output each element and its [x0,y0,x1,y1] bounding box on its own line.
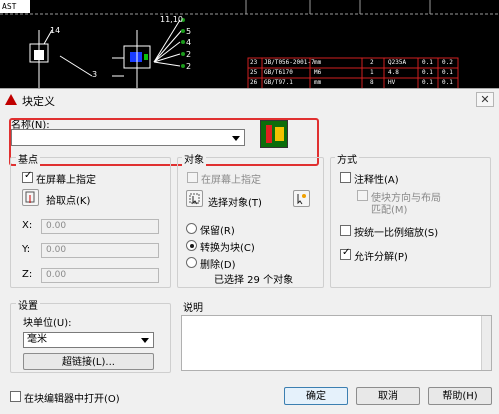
match-layout-label-line2: 匹配(M) [371,205,408,216]
uniform-scale-checkbox[interactable] [340,225,351,236]
close-button[interactable]: ✕ [476,92,494,107]
allow-explode-label: 允许分解(P) [354,252,408,263]
y-coordinate-field[interactable]: 0.00 [41,243,159,258]
cad-parts-table: 23 JB/T056-2001-7 mm 2 Q235A 0.1 0.2 25 … [250,59,458,89]
block-unit-value: 毫米 [27,334,47,345]
cancel-button[interactable]: 取消 [356,387,420,405]
pick-point-icon [25,191,35,203]
block-unit-select[interactable]: 毫米 [23,332,154,348]
annotative-label: 注释性(A) [354,175,399,186]
select-objects-button[interactable] [186,190,203,207]
cad-callout: 2 [186,62,192,71]
pick-point-button[interactable] [22,189,39,206]
select-objects-icon [189,193,200,205]
objects-onscreen-checkbox[interactable] [187,172,198,183]
x-label: X: [22,220,33,231]
objects-onscreen-label: 在屏幕上指定 [201,175,261,186]
open-in-editor-checkbox[interactable] [10,391,21,402]
allow-explode-checkbox[interactable] [340,247,351,260]
cad-drawing-background: AST 14 3 11,10 5 4 2 2 23 JB/T056-2001-7… [0,0,499,90]
chevron-down-icon [141,338,149,343]
retain-label: 保留(R) [200,226,235,237]
pick-point-label: 拾取点(K) [46,196,91,207]
description-scrollbar[interactable] [481,316,491,370]
hyperlink-button[interactable]: 超链接(L)... [23,353,154,370]
delete-label: 删除(D) [200,260,236,271]
cad-callout: 4 [186,38,192,47]
selection-status-text: 已选择 29 个对象 [214,275,294,286]
objects-group-title: 对象 [182,151,206,166]
cad-table-row: 23 JB/T056-2001-7 mm 2 Q235A 0.1 0.2 [250,59,453,66]
behavior-group-title: 方式 [335,151,359,166]
z-label: Z: [22,269,33,280]
quick-select-button[interactable] [293,190,310,207]
dialog-titlebar[interactable]: 块定义 ✕ [0,89,499,109]
autocad-logo-icon [5,94,17,105]
open-in-editor-label: 在块编辑器中打开(O) [24,394,120,405]
basepoint-onscreen-checkbox[interactable] [22,170,33,183]
cad-callout: 14 [50,26,61,35]
description-title: 说明 [181,299,205,314]
delete-radio[interactable] [186,257,197,268]
dialog-title: 块定义 [22,95,55,108]
cad-callout: 11,10 [160,15,183,24]
basepoint-onscreen-label: 在屏幕上指定 [36,175,96,186]
annotative-checkbox[interactable] [340,172,351,183]
match-layout-checkbox[interactable] [357,190,368,201]
z-coordinate-field[interactable]: 0.00 [41,268,159,283]
description-textarea[interactable] [181,315,492,371]
convert-to-block-radio[interactable] [186,240,197,251]
basepoint-group-title: 基点 [16,151,40,166]
cad-callout: 2 [186,50,192,59]
quick-select-icon [297,194,306,205]
close-icon: ✕ [480,93,490,106]
y-label: Y: [22,244,31,255]
cad-table-row: 25 GB/T6170 M6 1 4.8 0.1 0.1 [250,69,453,76]
help-button[interactable]: 帮助(H) [428,387,492,405]
cad-callout: 3 [92,70,98,79]
block-unit-label: 块单位(U): [23,318,72,329]
convert-to-block-label: 转换为块(C) [200,243,255,254]
ok-button[interactable]: 确定 [284,387,348,405]
x-coordinate-field[interactable]: 0.00 [41,219,159,234]
block-definition-dialog: 块定义 ✕ 名称(N): 基点 在屏幕上指定 拾取点(K) X: 0.00 Y:… [0,88,499,414]
uniform-scale-label: 按统一比例缩放(S) [354,228,439,239]
retain-radio[interactable] [186,223,197,234]
cad-callout: 5 [186,27,192,36]
select-objects-label: 选择对象(T) [208,198,262,209]
settings-group-title: 设置 [16,297,40,312]
cad-layout-tab[interactable]: AST [0,0,30,13]
